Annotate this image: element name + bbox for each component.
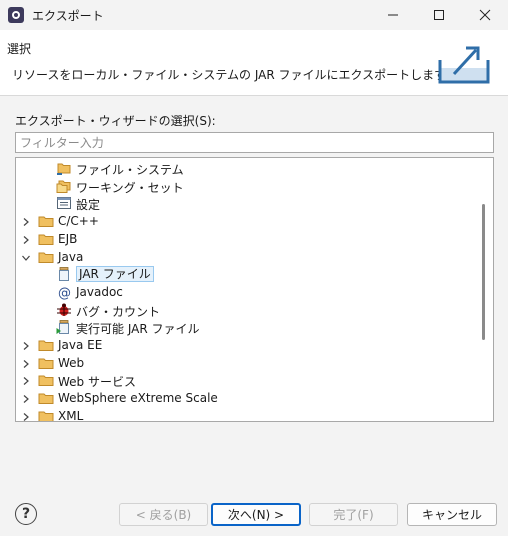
- tree-item[interactable]: WebSphere eXtreme Scale: [16, 389, 478, 407]
- cancel-button[interactable]: キャンセル: [407, 503, 497, 526]
- tree-scrollbar[interactable]: [482, 204, 485, 340]
- tree-item-label: Javadoc: [76, 284, 123, 299]
- tree-item[interactable]: Java: [16, 248, 478, 266]
- tree-item[interactable]: バグ・カウント: [16, 301, 478, 319]
- folder-icon: [38, 355, 54, 371]
- filter-input[interactable]: [15, 132, 494, 153]
- tree-item-label: JAR ファイル: [76, 266, 154, 283]
- window-title: エクスポート: [32, 9, 104, 23]
- working-set-icon: [56, 178, 72, 194]
- tree-item-label: Web: [58, 355, 85, 370]
- tree-item[interactable]: Java EE: [16, 336, 478, 354]
- maximize-icon[interactable]: [416, 0, 462, 30]
- chevron-right-icon[interactable]: [21, 375, 31, 386]
- svg-text:@: @: [58, 286, 71, 300]
- tree-item[interactable]: ワーキング・セット: [16, 177, 478, 195]
- finish-button[interactable]: 完了(F): [309, 503, 398, 526]
- tree-item[interactable]: Web サービス: [16, 371, 478, 389]
- tree-item[interactable]: EJB: [16, 230, 478, 248]
- page-title: 選択: [7, 42, 32, 56]
- back-button[interactable]: < 戻る(B): [119, 503, 208, 526]
- tree-item-label: Java EE: [58, 338, 103, 352]
- chevron-right-icon[interactable]: [21, 393, 31, 404]
- tree-item[interactable]: JAR ファイル: [16, 265, 478, 283]
- chevron-right-icon[interactable]: [21, 358, 31, 368]
- folder-icon: [38, 213, 54, 229]
- chevron-right-icon[interactable]: [21, 234, 31, 244]
- minimize-icon[interactable]: [370, 0, 416, 30]
- tree-item-label: 実行可能 JAR ファイル: [76, 322, 200, 337]
- jar-icon: [56, 266, 72, 282]
- folder-icon: [38, 372, 54, 388]
- tree-item[interactable]: XML: [16, 407, 478, 422]
- tree-item-label: ファイル・システム: [76, 163, 184, 177]
- page-description: リソースをローカル・ファイル・システムの JAR ファイルにエクスポートします。: [12, 68, 457, 82]
- close-icon[interactable]: [462, 0, 508, 30]
- folder-icon: [38, 337, 54, 353]
- tree-item-label: Java: [58, 249, 84, 264]
- export-banner-icon: [438, 46, 490, 84]
- wizard-tree[interactable]: ファイル・システム ワーキング・セット 設定 C/C++ EJB Java JAR ファイル…: [15, 157, 494, 422]
- tree-item-label: バグ・カウント: [76, 304, 161, 319]
- preferences-icon: [56, 195, 72, 211]
- help-button[interactable]: ?: [15, 503, 37, 525]
- tree-item[interactable]: 設定: [16, 194, 478, 212]
- tree-item[interactable]: C/C++: [16, 212, 478, 230]
- folder-icon: [38, 408, 54, 421]
- tree-item-label: ワーキング・セット: [76, 180, 184, 195]
- folder-export-icon: [56, 160, 72, 176]
- tree-item-label: WebSphere eXtreme Scale: [58, 391, 218, 406]
- next-button[interactable]: 次へ(N) >: [211, 503, 301, 526]
- tree-item-label: C/C++: [58, 214, 99, 229]
- chevron-right-icon[interactable]: [21, 411, 31, 421]
- bug-icon: [56, 302, 72, 318]
- tree-item-label: EJB: [58, 231, 78, 246]
- tree-item[interactable]: ファイル・システム: [16, 159, 478, 177]
- runnable-jar-icon: [56, 319, 72, 335]
- tree-item[interactable]: @ Javadoc: [16, 283, 478, 301]
- chevron-right-icon[interactable]: [21, 340, 31, 350]
- javadoc-icon: @: [56, 284, 72, 301]
- folder-icon: [38, 249, 54, 265]
- tree-item[interactable]: Web: [16, 354, 478, 372]
- tree-item[interactable]: 実行可能 JAR ファイル: [16, 318, 478, 336]
- title-bar: エクスポート: [0, 0, 508, 30]
- wizard-selection-label: エクスポート・ウィザードの選択(S):: [15, 114, 216, 128]
- tree-item-label: Web サービス: [58, 375, 136, 390]
- chevron-right-icon[interactable]: [21, 216, 31, 227]
- folder-icon: [38, 390, 54, 406]
- tree-item-label: 設定: [76, 198, 101, 213]
- wizard-header: 選択 リソースをローカル・ファイル・システムの JAR ファイルにエクスポートし…: [0, 30, 508, 96]
- chevron-down-icon[interactable]: [21, 252, 31, 262]
- folder-icon: [38, 231, 54, 247]
- tree-item-label: XML: [58, 408, 84, 422]
- app-icon: [8, 7, 24, 23]
